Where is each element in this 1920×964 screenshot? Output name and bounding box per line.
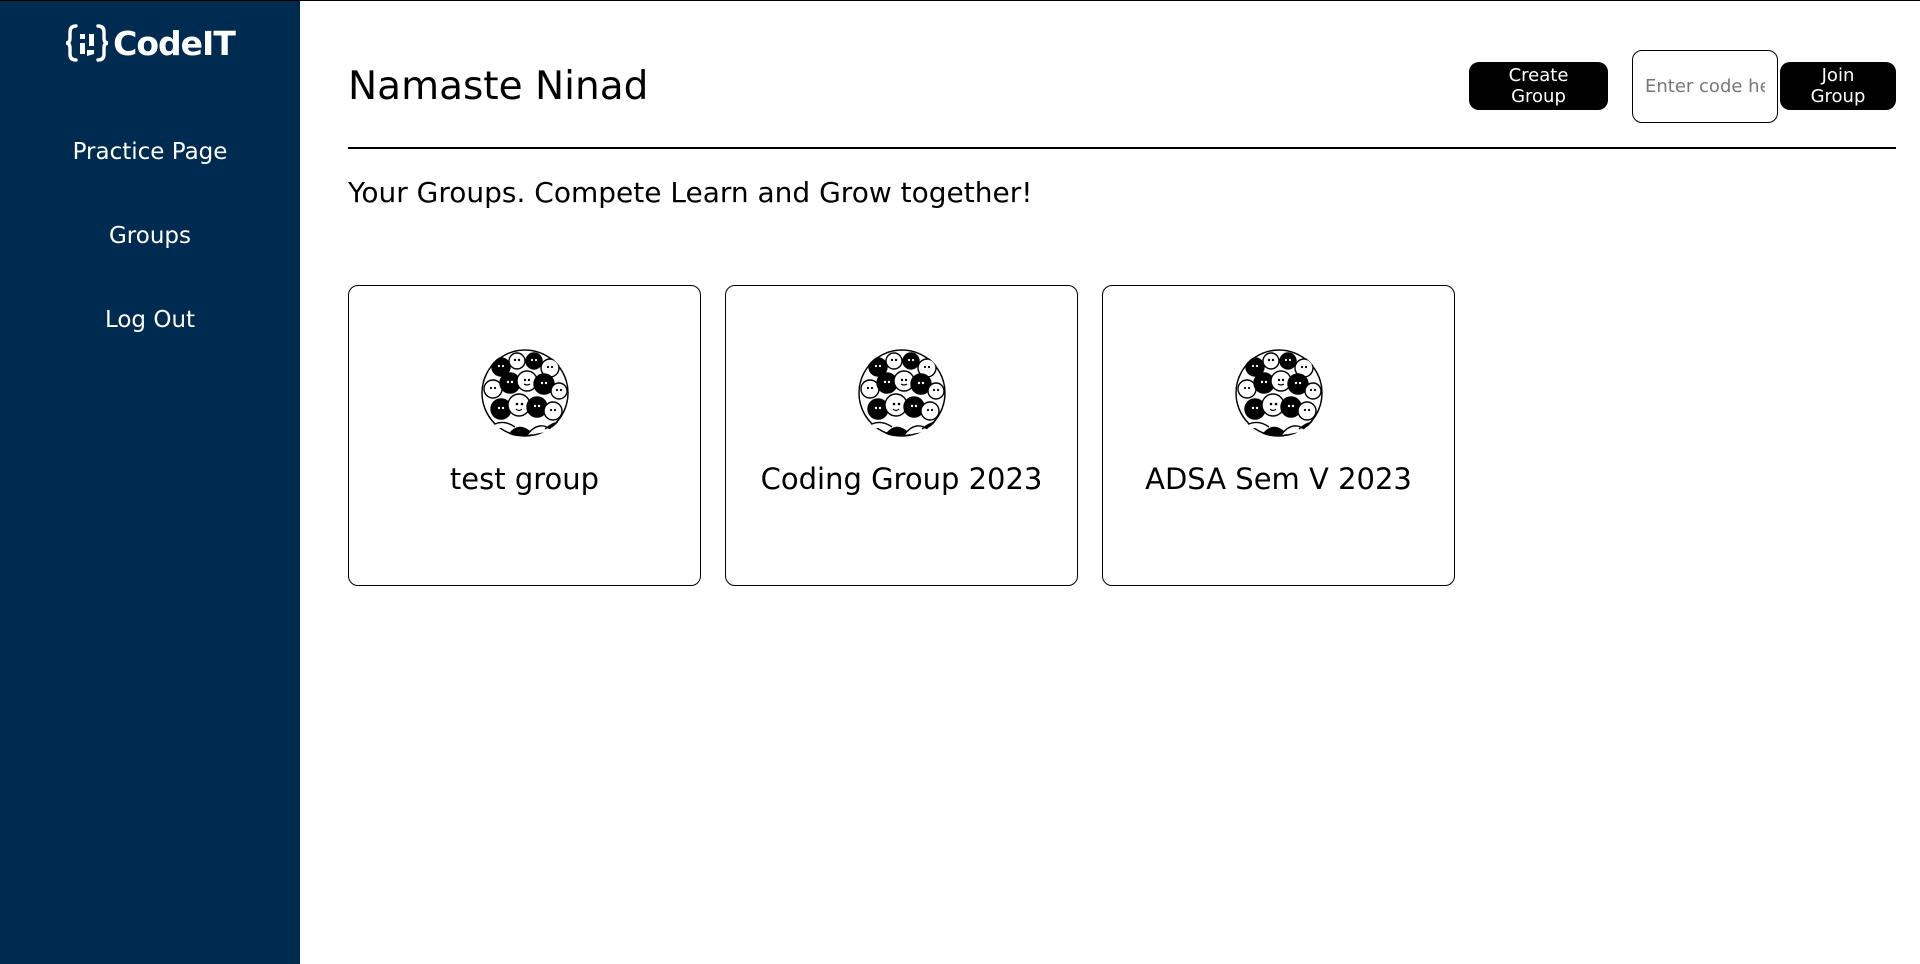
header-actions: Create Group Join Group <box>1469 49 1896 123</box>
page-title: Namaste Ninad <box>348 64 649 109</box>
app-logo[interactable]: CodeIT <box>0 23 300 63</box>
crowd-avatar-icon <box>858 349 946 437</box>
logo-text: CodeIT <box>113 23 236 63</box>
main-content: Namaste Ninad Create Group Join Group Yo… <box>348 1 1896 964</box>
groups-subtitle: Your Groups. Compete Learn and Grow toge… <box>348 176 1033 209</box>
header-divider <box>348 147 1896 149</box>
join-group-button[interactable]: Join Group <box>1780 62 1896 110</box>
app-window: CodeIT Practice Page Groups Log Out Nama… <box>0 0 1920 964</box>
sidebar-item-log-out[interactable]: Log Out <box>0 307 300 391</box>
groups-list: test group Coding Group 2023 ADSA Sem V … <box>348 285 1455 586</box>
crowd-avatar-icon <box>481 349 569 437</box>
sidebar-item-groups[interactable]: Groups <box>0 223 300 307</box>
braces-logo-icon <box>65 23 109 63</box>
sidebar: CodeIT Practice Page Groups Log Out <box>0 1 300 964</box>
create-group-button[interactable]: Create Group <box>1469 62 1608 110</box>
sidebar-item-practice-page[interactable]: Practice Page <box>0 139 300 223</box>
crowd-avatar-icon <box>1235 349 1323 437</box>
group-code-input[interactable] <box>1632 49 1778 123</box>
group-name: ADSA Sem V 2023 <box>1145 462 1412 496</box>
group-card[interactable]: Coding Group 2023 <box>725 285 1078 586</box>
group-card[interactable]: ADSA Sem V 2023 <box>1102 285 1455 586</box>
group-name: Coding Group 2023 <box>760 462 1043 496</box>
group-card[interactable]: test group <box>348 285 701 586</box>
group-name: test group <box>449 462 600 496</box>
sidebar-nav: Practice Page Groups Log Out <box>0 139 300 391</box>
